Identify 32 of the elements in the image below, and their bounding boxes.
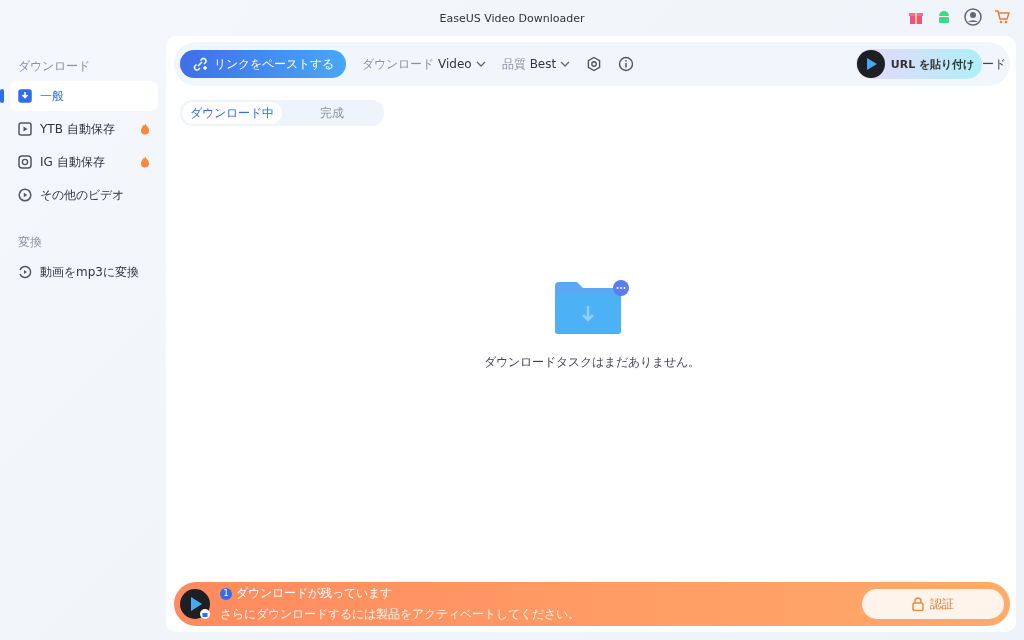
locked-app-icon <box>180 589 210 619</box>
cart-icon[interactable] <box>994 9 1010 25</box>
sidebar-item[interactable]: IG 自動保存 <box>10 147 158 177</box>
sidebar-item[interactable]: 動画をmp3に変換 <box>10 257 158 287</box>
info-icon[interactable] <box>618 56 635 72</box>
lock-icon <box>912 597 924 611</box>
download-icon <box>18 89 32 103</box>
quality-dropdown[interactable]: 品質 Best <box>501 55 571 73</box>
link-add-icon <box>192 56 208 72</box>
count-badge: 1 <box>220 587 232 600</box>
app-logo-icon <box>856 50 885 78</box>
play-icon <box>18 122 32 136</box>
download-format-dropdown[interactable]: ダウンロード Video <box>362 55 486 73</box>
banner-subtitle: さらにダウンロードするには製品をアクティベートしてください。 <box>220 606 580 623</box>
camera-icon <box>18 155 32 169</box>
paste-link-button[interactable]: リンクをペーストする <box>180 50 346 78</box>
cut-off-text: ード <box>982 55 1006 73</box>
convert-icon <box>18 265 32 279</box>
empty-message: ダウンロードタスクはまだありません。 <box>484 353 700 371</box>
account-icon[interactable] <box>964 8 982 26</box>
chevron-down-icon <box>560 61 571 67</box>
paste-url-button[interactable]: URL を貼り付け <box>855 49 982 79</box>
settings-icon[interactable] <box>586 56 603 72</box>
chevron-down-icon <box>475 61 486 67</box>
sidebar-item[interactable]: YTB 自動保存 <box>10 114 158 144</box>
tab[interactable]: ダウンロード中 <box>182 102 282 124</box>
banner-title: ダウンロードが残っています <box>236 585 392 602</box>
window-title: EaseUS Video Downloader <box>439 11 585 25</box>
section-heading: ダウンロード <box>18 58 91 75</box>
video-icon <box>18 188 32 202</box>
sidebar-item[interactable]: その他のビデオ <box>10 180 158 210</box>
section-heading: 変換 <box>18 234 43 251</box>
